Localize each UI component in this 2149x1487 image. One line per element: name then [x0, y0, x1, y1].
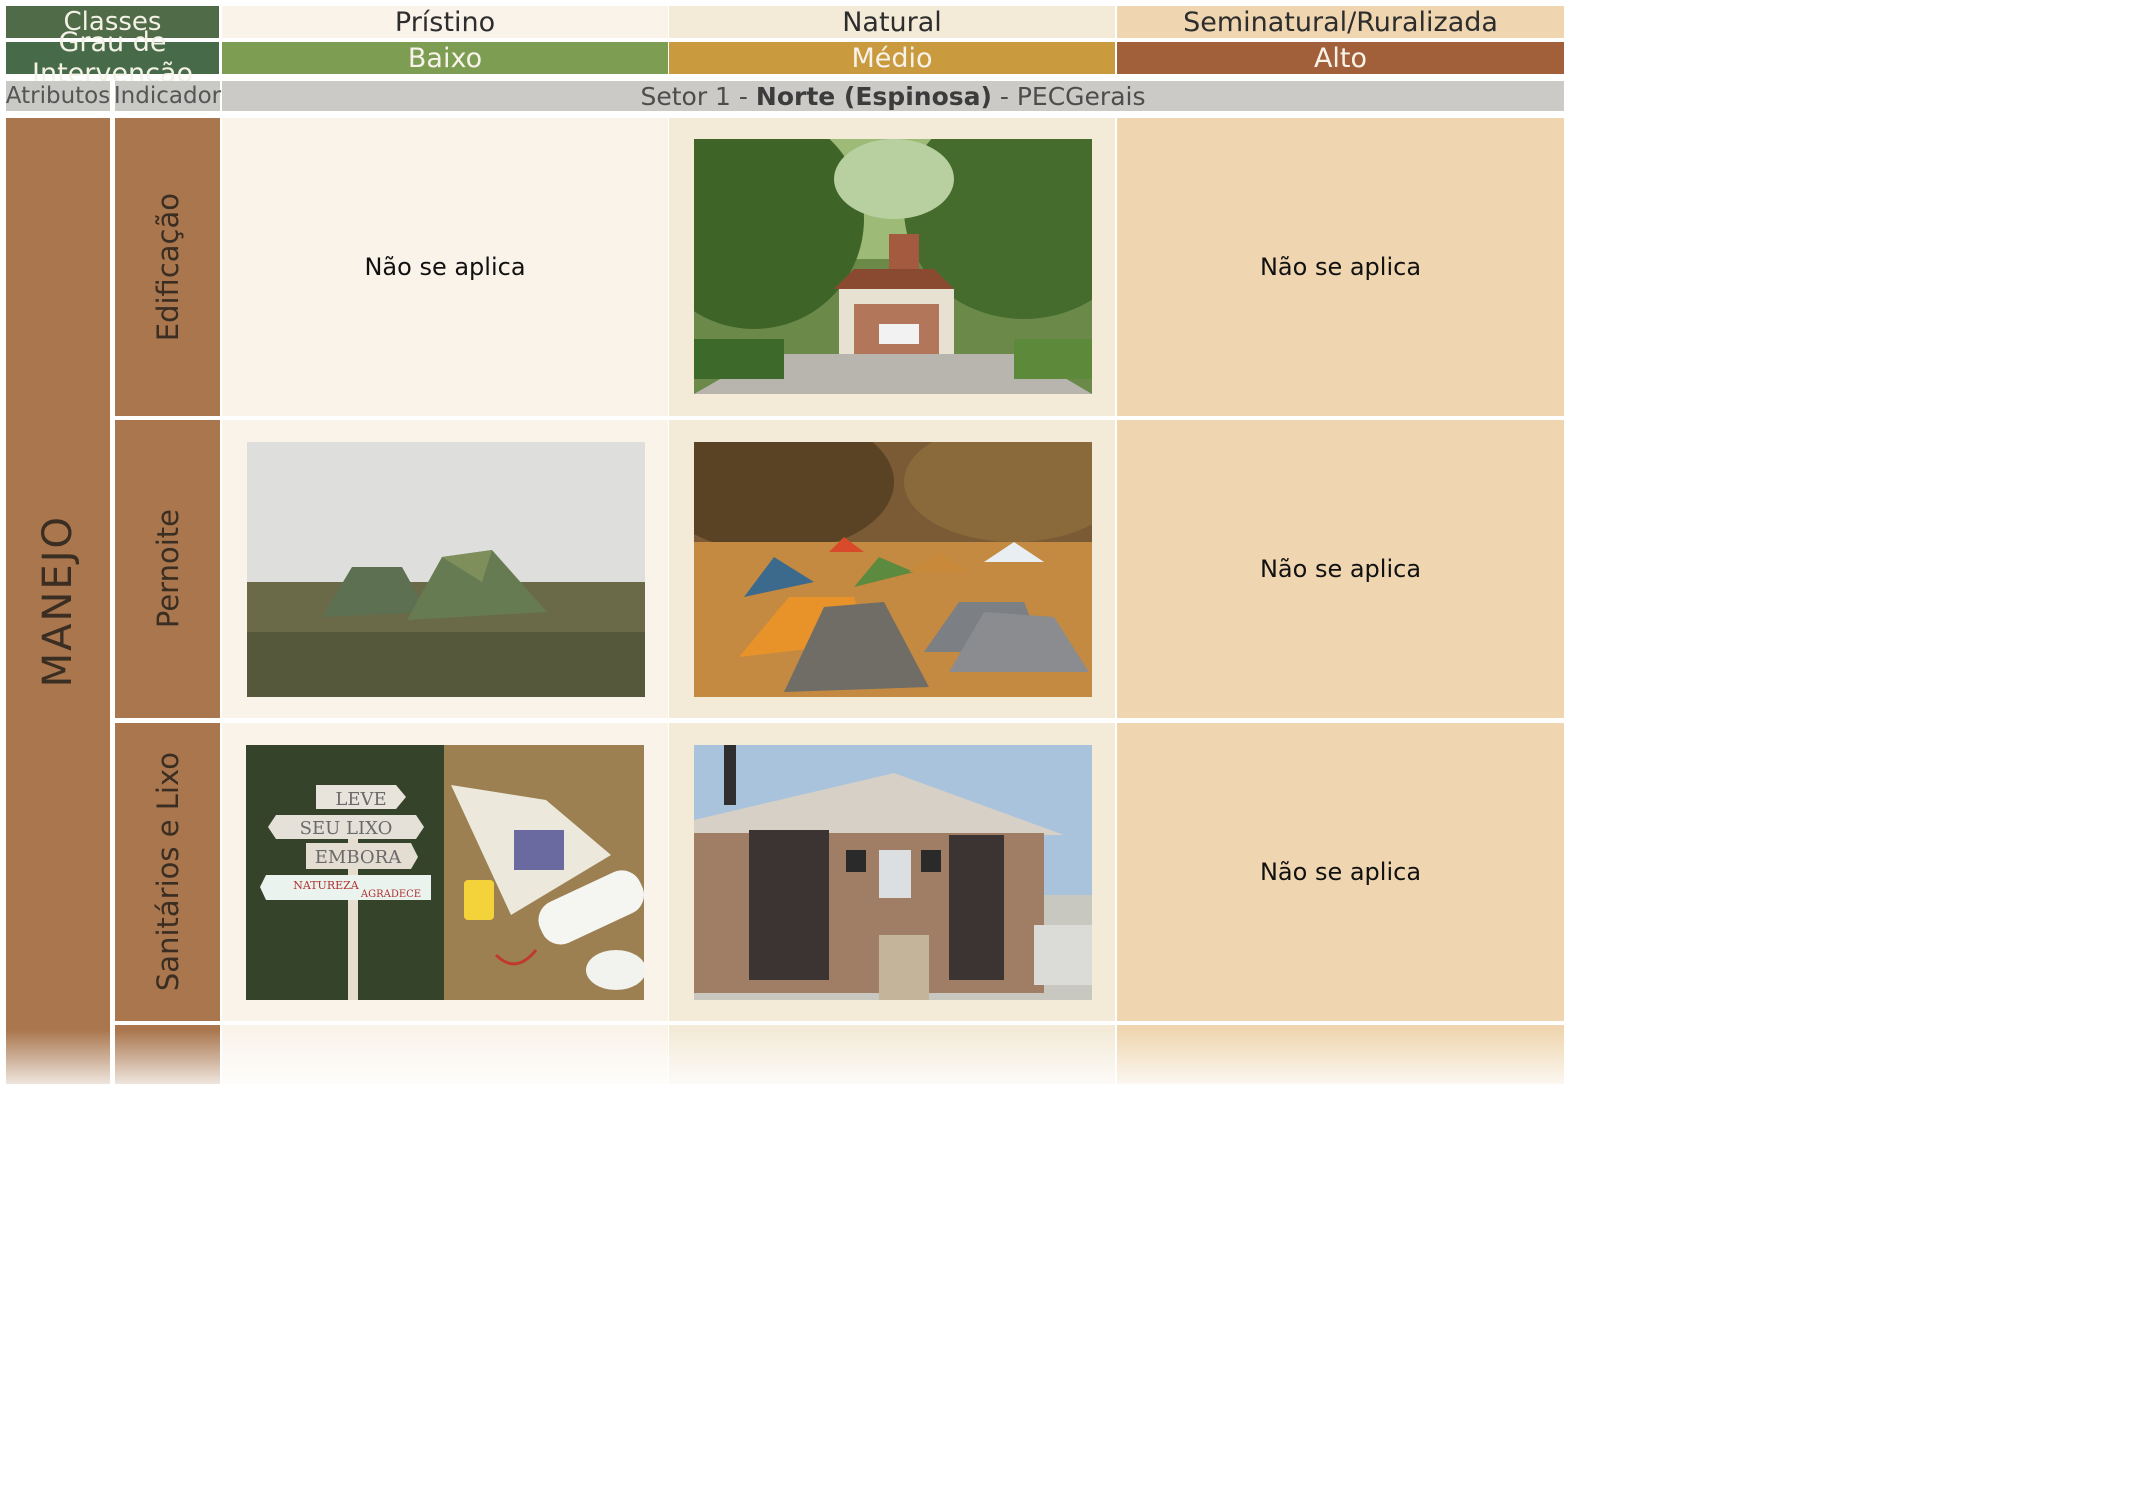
- not-applicable-text: Não se aplica: [1259, 253, 1422, 281]
- cell-edificacao-pristino: Não se aplica: [222, 118, 668, 416]
- indicator-label: Pernoite: [150, 509, 185, 629]
- indicator-edificacao: Edificação: [115, 118, 220, 416]
- cell-pernoite-pristino: [222, 420, 668, 718]
- trash-sign-and-waste-photo: LEVE SEU LIXO EMBORA NATUREZA AGRADECE: [246, 745, 644, 1000]
- sector-name: Norte (Espinosa): [755, 81, 992, 111]
- attribute-manejo: MANEJO: [6, 118, 110, 1084]
- sector-title: Setor 1 - Norte (Espinosa) - PECGerais: [222, 81, 1564, 111]
- indicator-sanitarios: Sanitários e Lixo: [115, 723, 220, 1021]
- sign-line-5: AGRADECE: [360, 889, 421, 900]
- level-baixo: Baixo: [222, 42, 668, 74]
- cell-pernoite-natural: [669, 420, 1115, 718]
- cell-sanitarios-seminatural: Não se aplica: [1117, 723, 1564, 1021]
- cell-sanitarios-natural: [669, 723, 1115, 1021]
- not-applicable-text: Não se aplica: [1259, 858, 1422, 886]
- bottom-fade: [0, 1030, 1570, 1090]
- cell-sanitarios-pristino: LEVE SEU LIXO EMBORA NATUREZA AGRADECE: [222, 723, 668, 1021]
- sector-prefix: Setor 1 -: [640, 81, 756, 111]
- level-medio: Médio: [669, 42, 1115, 74]
- not-applicable-text: Não se aplica: [1259, 555, 1422, 583]
- indicator-label: Edificação: [150, 192, 185, 342]
- cell-edificacao-seminatural: Não se aplica: [1117, 118, 1564, 416]
- indicador-label: Indicador: [113, 81, 222, 111]
- cell-pernoite-seminatural: Não se aplica: [1117, 420, 1564, 718]
- park-entrance-building-photo: [694, 139, 1092, 394]
- not-applicable-text: Não se aplica: [364, 253, 526, 281]
- sign-line-4: NATUREZA: [293, 879, 360, 892]
- atributos-label: Atributos: [5, 81, 111, 111]
- class-natural: Natural: [669, 6, 1115, 38]
- indicator-label: Sanitários e Lixo: [150, 752, 185, 992]
- grau-label: Grau de Intervenção: [6, 27, 219, 89]
- sign-line-1: LEVE: [335, 789, 386, 810]
- tents-in-fog-photo: [247, 442, 645, 697]
- campsite-tents-photo: [694, 442, 1092, 697]
- sign-line-2: SEU LIXO: [300, 818, 393, 839]
- sign-line-3: EMBORA: [315, 847, 402, 868]
- attribute-label: MANEJO: [35, 514, 81, 688]
- indicator-pernoite: Pernoite: [115, 420, 220, 718]
- level-alto: Alto: [1117, 42, 1564, 74]
- class-seminatural: Seminatural/Ruralizada: [1117, 6, 1564, 38]
- class-pristino: Prístino: [222, 6, 668, 38]
- sector-suffix: - PECGerais: [991, 81, 1146, 111]
- restroom-building-photo: [694, 745, 1092, 1000]
- cell-edificacao-natural: [669, 118, 1115, 416]
